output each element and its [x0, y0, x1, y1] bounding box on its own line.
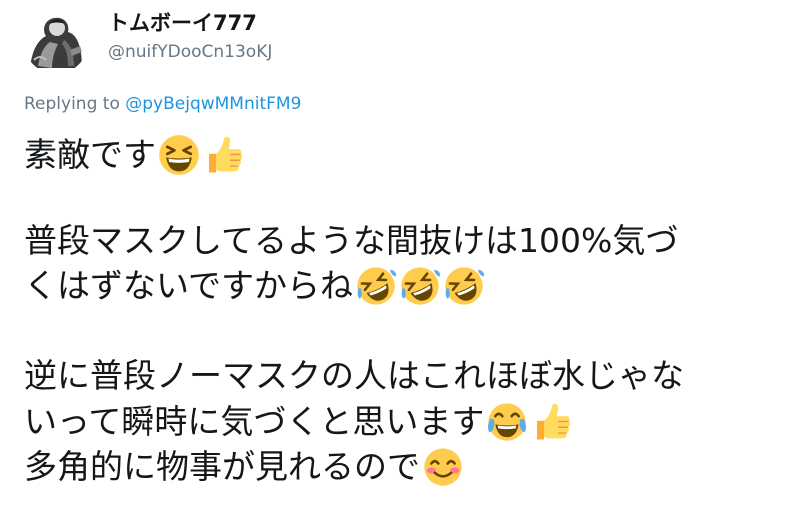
- replying-to-mention-link[interactable]: @pyBejqwMMnitFM9: [125, 94, 301, 114]
- tweet-text-line: 素敵です: [24, 134, 244, 176]
- tweet-text: くはずないですからね: [24, 266, 354, 305]
- tweet-text-line: 多角的に物事が見れるので: [24, 446, 464, 488]
- rolling-on-floor-laughing-icon: [443, 265, 485, 307]
- replying-to-line: Replying to @pyBejqwMMnitFM9: [24, 93, 301, 115]
- rolling-on-floor-laughing-icon: [399, 265, 441, 307]
- face-with-tears-of-joy-icon: [486, 401, 528, 443]
- display-name[interactable]: トムボーイ777: [108, 9, 257, 37]
- rolling-on-floor-laughing-icon: [355, 265, 397, 307]
- avatar[interactable]: [24, 10, 88, 74]
- tweet-text: 多角的に物事が見れるので: [24, 447, 420, 486]
- tweet-text: 逆に普段ノーマスクの人はこれほぼ水じゃな: [24, 356, 684, 395]
- tweet-text-line: 逆に普段ノーマスクの人はこれほぼ水じゃな: [24, 356, 684, 396]
- tweet-text-line: いって瞬時に気づくと思います: [24, 401, 572, 443]
- tweet-text: 普段マスクしてるような間抜けは100%気づ: [24, 221, 679, 260]
- replying-to-prefix: Replying to: [24, 94, 120, 114]
- user-handle[interactable]: @nuifYDooCn13oKJ: [108, 40, 272, 64]
- thumbs-up-icon: [530, 401, 572, 443]
- tweet-text: 素敵です: [24, 135, 156, 174]
- tweet-text: いって瞬時に気づくと思います: [24, 402, 485, 441]
- tweet-text-line: 普段マスクしてるような間抜けは100%気づ: [24, 221, 678, 261]
- smiling-face-with-smiling-eyes-icon: [422, 446, 464, 488]
- tweet-text-line: くはずないですからね: [24, 265, 485, 307]
- grinning-squinting-face-icon: [158, 134, 200, 176]
- avatar-illustration: [24, 10, 88, 74]
- thumbs-up-icon: [202, 134, 244, 176]
